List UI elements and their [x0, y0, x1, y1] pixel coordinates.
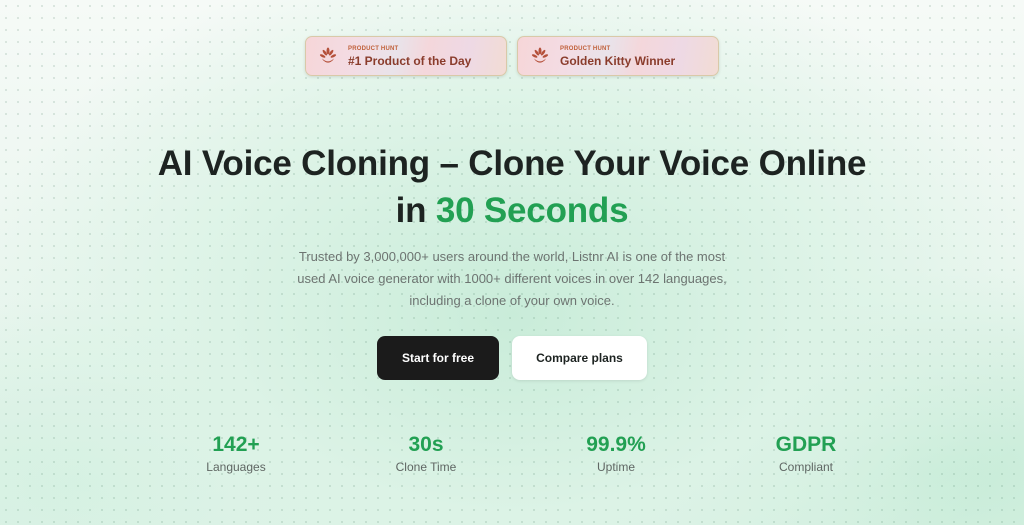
- stat-value: GDPR: [775, 433, 837, 456]
- stat-value: 99.9%: [586, 433, 646, 456]
- award-badges: PRODUCT HUNT #1 Product of the Day PRODU…: [0, 36, 1024, 76]
- stat-compliance: GDPR Compliant: [736, 432, 876, 475]
- page-title: AI Voice Cloning – Clone Your Voice Onli…: [0, 140, 1024, 234]
- badge-product-of-the-day[interactable]: PRODUCT HUNT #1 Product of the Day: [305, 36, 507, 76]
- title-line-1: AI Voice Cloning – Clone Your Voice Onli…: [157, 144, 867, 183]
- laurel-icon: [319, 47, 337, 63]
- badge-kicker: PRODUCT HUNT: [348, 45, 399, 52]
- stat-clone-time: 30s Clone Time: [356, 432, 496, 475]
- stat-languages: 142+ Languages: [166, 432, 306, 475]
- stat-label: Uptime: [596, 460, 635, 474]
- badge-golden-kitty[interactable]: PRODUCT HUNT Golden Kitty Winner: [517, 36, 719, 76]
- stat-label: Clone Time: [395, 460, 457, 474]
- stat-value: 30s: [408, 433, 444, 456]
- badge-title: Golden Kitty Winner: [560, 53, 676, 68]
- title-line-2-prefix: in: [395, 191, 436, 230]
- stat-label: Languages: [206, 460, 266, 474]
- stat-label: Compliant: [778, 460, 834, 474]
- badge-kicker: PRODUCT HUNT: [560, 45, 611, 52]
- stats-row: 142+ Languages 30s Clone Time 99.9% Upti…: [0, 432, 1024, 482]
- title-line-2-accent: 30 Seconds: [435, 191, 629, 230]
- start-for-free-button[interactable]: Start for free: [377, 336, 499, 380]
- stat-value: 142+: [212, 433, 260, 456]
- hero-section: PRODUCT HUNT #1 Product of the Day PRODU…: [0, 0, 1024, 525]
- compare-plans-button[interactable]: Compare plans: [512, 336, 647, 380]
- laurel-icon: [531, 47, 549, 63]
- hero-description: Trusted by 3,000,000+ users around the w…: [297, 249, 727, 308]
- stat-uptime: 99.9% Uptime: [546, 432, 686, 475]
- badge-title: #1 Product of the Day: [348, 53, 472, 68]
- cta-buttons: Start for free Compare plans: [0, 336, 1024, 380]
